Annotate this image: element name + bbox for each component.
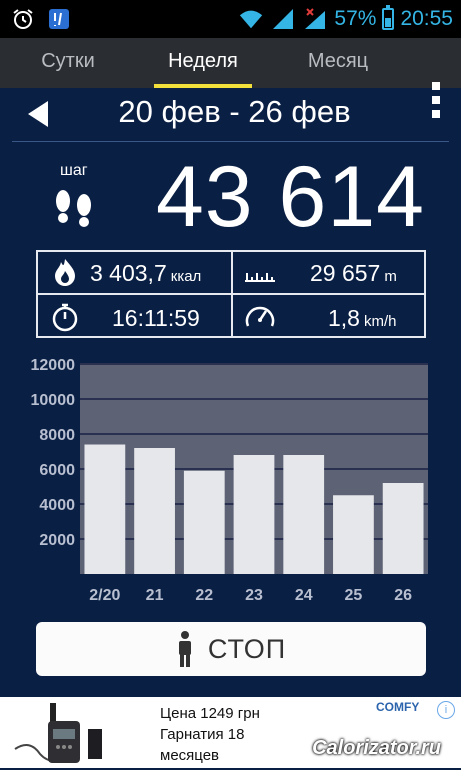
x-tick-label: 21 — [146, 587, 164, 604]
ruler-icon — [244, 257, 275, 287]
status-bar: 57% 20:55 — [0, 0, 461, 38]
chart-bar — [233, 455, 275, 574]
tab-month-label: Месяц — [307, 50, 369, 72]
chart-bar — [134, 448, 175, 574]
steps-unit-label: шаг — [60, 162, 88, 179]
alarm-icon — [10, 6, 36, 32]
y-tick-label: 10000 — [31, 392, 76, 409]
x-tick-label: 24 — [295, 587, 313, 604]
ad-info-icon[interactable]: i — [437, 701, 455, 719]
person-icon — [178, 631, 191, 667]
ad-brand-logo: COMFY — [376, 700, 420, 714]
speed-unit: km/h — [363, 313, 397, 330]
tab-day[interactable]: Сутки — [18, 38, 118, 88]
period-tabs: Сутки Неделя Месяц — [0, 38, 461, 118]
ad-line-2: Гарнатия 18 — [160, 726, 245, 743]
divider — [12, 141, 449, 142]
y-tick-label: 6000 — [39, 462, 75, 479]
distance-value: 29 657 — [310, 260, 381, 286]
battery-percent: 57% — [334, 7, 377, 30]
y-tick-label: 2000 — [39, 532, 75, 549]
y-tick-label: 4000 — [39, 497, 75, 514]
ad-product-image — [10, 699, 110, 765]
signal-roaming-icon — [302, 6, 328, 32]
chart-bar — [333, 495, 374, 574]
tab-month[interactable]: Месяц — [288, 38, 388, 88]
chart-svg: 2000 4000 6000 8000 10000 12000 2/20 21 22 23 24 25… — [31, 357, 428, 604]
duration-value: 16:11:59 — [112, 305, 200, 331]
x-tick-label: 26 — [394, 587, 412, 604]
date-navigation: 20 фев - 26 фев — [0, 88, 461, 140]
date-range: 20 фев - 26 фев — [118, 94, 351, 129]
signal-icon — [270, 6, 296, 32]
stats-grid: 3 403,7 ккал 29 657 m 16:11:59 1,8 km/h — [36, 250, 426, 338]
stop-button-label: СТОП — [207, 633, 287, 664]
tab-week[interactable]: Неделя — [148, 38, 258, 88]
watermark: Calorizator.ru — [312, 737, 441, 759]
tab-week-label: Неделя — [168, 50, 238, 72]
y-tick-label: 8000 — [39, 427, 75, 444]
speed-value: 1,8 — [328, 305, 360, 331]
chart-bar — [183, 470, 225, 574]
x-tick-label: 2/20 — [89, 587, 120, 604]
x-tick-label: 23 — [245, 587, 263, 604]
calories-unit: ккал — [170, 268, 202, 285]
ad-line-1: Цена 1249 грн — [160, 705, 260, 722]
chart-bar — [84, 444, 126, 574]
ad-line-3: месяцев — [160, 747, 220, 764]
footprints-icon — [50, 181, 100, 231]
x-tick-label: 22 — [195, 587, 213, 604]
steps-count: 43 614 — [155, 149, 425, 245]
chart-bar — [382, 483, 424, 574]
x-tick-label: 25 — [345, 587, 363, 604]
wifi-icon — [238, 6, 264, 32]
clock: 20:55 — [400, 7, 453, 30]
chart-bar — [283, 455, 325, 574]
stop-button[interactable]: СТОП — [36, 622, 426, 676]
stopwatch-icon — [50, 302, 80, 332]
distance-unit: m — [384, 268, 397, 285]
calories-value: 3 403,7 — [90, 260, 167, 286]
app-notification-icon — [46, 6, 72, 32]
weekly-steps-chart: 2000 4000 6000 8000 10000 12000 2/20 21 22 23 24 25… — [0, 356, 461, 606]
flame-icon — [50, 257, 80, 287]
tab-day-label: Сутки — [41, 50, 95, 72]
speedometer-icon — [244, 302, 275, 332]
y-tick-label: 12000 — [31, 357, 76, 374]
battery-icon — [382, 5, 395, 30]
